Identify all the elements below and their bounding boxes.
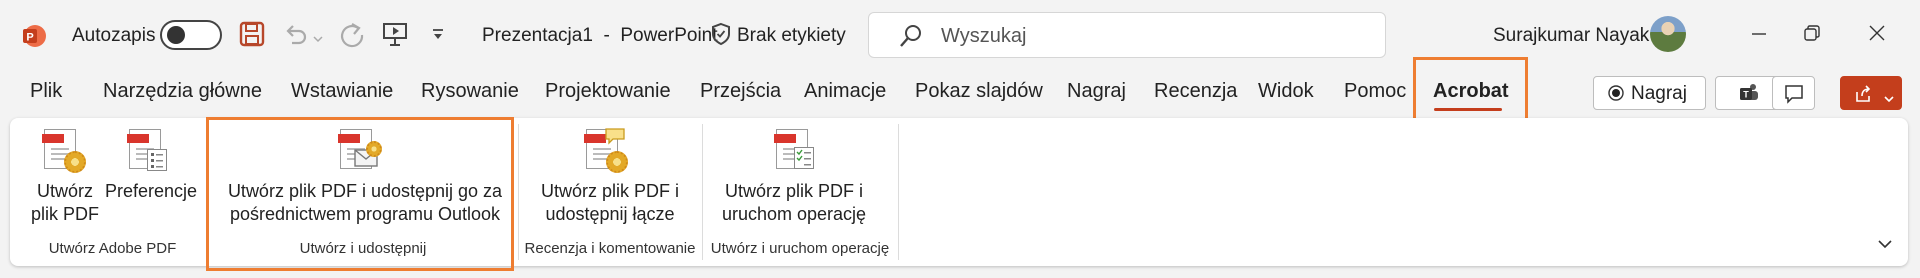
minimize-icon[interactable] <box>1750 27 1768 41</box>
document-title: Prezentacja1 - PowerPoint <box>482 25 718 46</box>
tab-nagraj[interactable]: Nagraj <box>1067 80 1126 103</box>
redo-icon[interactable] <box>338 20 366 48</box>
group-separator <box>518 124 519 260</box>
group-separator <box>702 124 703 260</box>
record-button[interactable]: Nagraj <box>1593 76 1706 110</box>
create-pdf-run-action-line1: Utwórz plik PDF i <box>724 181 863 201</box>
teams-button[interactable]: T <box>1715 76 1779 110</box>
close-icon[interactable] <box>1868 24 1886 42</box>
speech-bubble-icon <box>604 127 626 145</box>
svg-text:P: P <box>26 32 33 44</box>
tab-plik[interactable]: Plik <box>30 80 62 103</box>
tab-rysowanie[interactable]: Rysowanie <box>421 80 519 103</box>
create-pdf-share-link-button[interactable]: Utwórz plik PDF i udostępnij łącze <box>530 127 690 227</box>
tab-projektowanie[interactable]: Projektowanie <box>545 80 671 103</box>
tab-widok[interactable]: Widok <box>1258 80 1314 103</box>
create-pdf-button[interactable]: Utwórz plik PDF <box>28 127 102 227</box>
tab-pomoc[interactable]: Pomoc <box>1344 80 1406 103</box>
save-icon[interactable] <box>239 21 265 47</box>
comment-icon <box>1784 84 1804 104</box>
tab-wstawianie[interactable]: Wstawianie <box>291 80 393 103</box>
tab-animacje[interactable]: Animacje <box>804 80 886 103</box>
preferences-label: Preferencje <box>105 181 198 201</box>
group-label-create-and-run-action: Utwórz i uruchom operację <box>710 240 890 257</box>
undo-icon[interactable] <box>282 21 310 47</box>
create-pdf-label-line2: plik PDF <box>30 204 99 224</box>
avatar[interactable] <box>1650 16 1686 52</box>
search-icon <box>899 24 923 48</box>
checklist-icon <box>794 147 814 169</box>
share-chevron-down-icon <box>1884 90 1894 103</box>
autosave-toggle[interactable] <box>160 20 222 50</box>
create-pdf-label-line1: Utwórz <box>36 181 93 201</box>
group-separator <box>898 124 899 260</box>
share-icon <box>1853 84 1873 104</box>
restore-icon[interactable] <box>1803 24 1821 42</box>
tab-pokaz-slajdow[interactable]: Pokaz slajdów <box>915 80 1043 103</box>
present-from-start-icon[interactable] <box>381 20 409 48</box>
record-icon <box>1608 85 1624 101</box>
teams-icon: T <box>1738 82 1760 104</box>
sensitivity-label[interactable]: Brak etykiety <box>737 25 846 47</box>
create-pdf-share-link-line2: udostępnij łącze <box>545 204 675 224</box>
group-highlight-box <box>206 117 514 271</box>
tab-przejscia[interactable]: Przejścia <box>700 80 781 103</box>
comments-button[interactable] <box>1772 76 1815 110</box>
user-name[interactable]: Surajkumar Nayak <box>1493 25 1649 47</box>
record-label: Nagraj <box>1631 83 1687 104</box>
title-bar: P Autozapis Prezentacja1 - PowerPoint Br… <box>0 0 1920 70</box>
shield-icon[interactable] <box>710 22 732 46</box>
create-pdf-run-action-button[interactable]: Utwórz plik PDF i uruchom operację <box>714 127 874 227</box>
undo-dropdown-chevron-icon[interactable] <box>313 30 323 43</box>
svg-text:T: T <box>1743 90 1749 100</box>
group-label-create-adobe-pdf: Utwórz Adobe PDF <box>48 240 177 257</box>
tab-recenzja[interactable]: Recenzja <box>1154 80 1237 103</box>
share-button[interactable] <box>1840 76 1902 110</box>
group-label-review-and-comment: Recenzja i komentowanie <box>524 240 696 257</box>
checklist-icon <box>147 149 167 171</box>
collapse-ribbon-chevron-down-icon[interactable] <box>1877 237 1893 249</box>
search-placeholder: Wyszukaj <box>941 25 1027 47</box>
create-pdf-share-link-line1: Utwórz plik PDF i <box>540 181 679 201</box>
create-pdf-run-action-line2: uruchom operację <box>721 204 867 224</box>
autosave-label: Autozapis <box>72 25 156 46</box>
powerpoint-logo-icon: P <box>22 24 46 48</box>
tab-narzedzia-glowne[interactable]: Narzędzia główne <box>103 80 262 103</box>
search-box[interactable]: Wyszukaj <box>868 12 1386 58</box>
gear-icon <box>606 151 628 173</box>
preferences-button[interactable]: Preferencje <box>105 127 197 227</box>
gear-icon <box>64 151 86 173</box>
customize-toolbar-icon[interactable] <box>431 28 445 42</box>
